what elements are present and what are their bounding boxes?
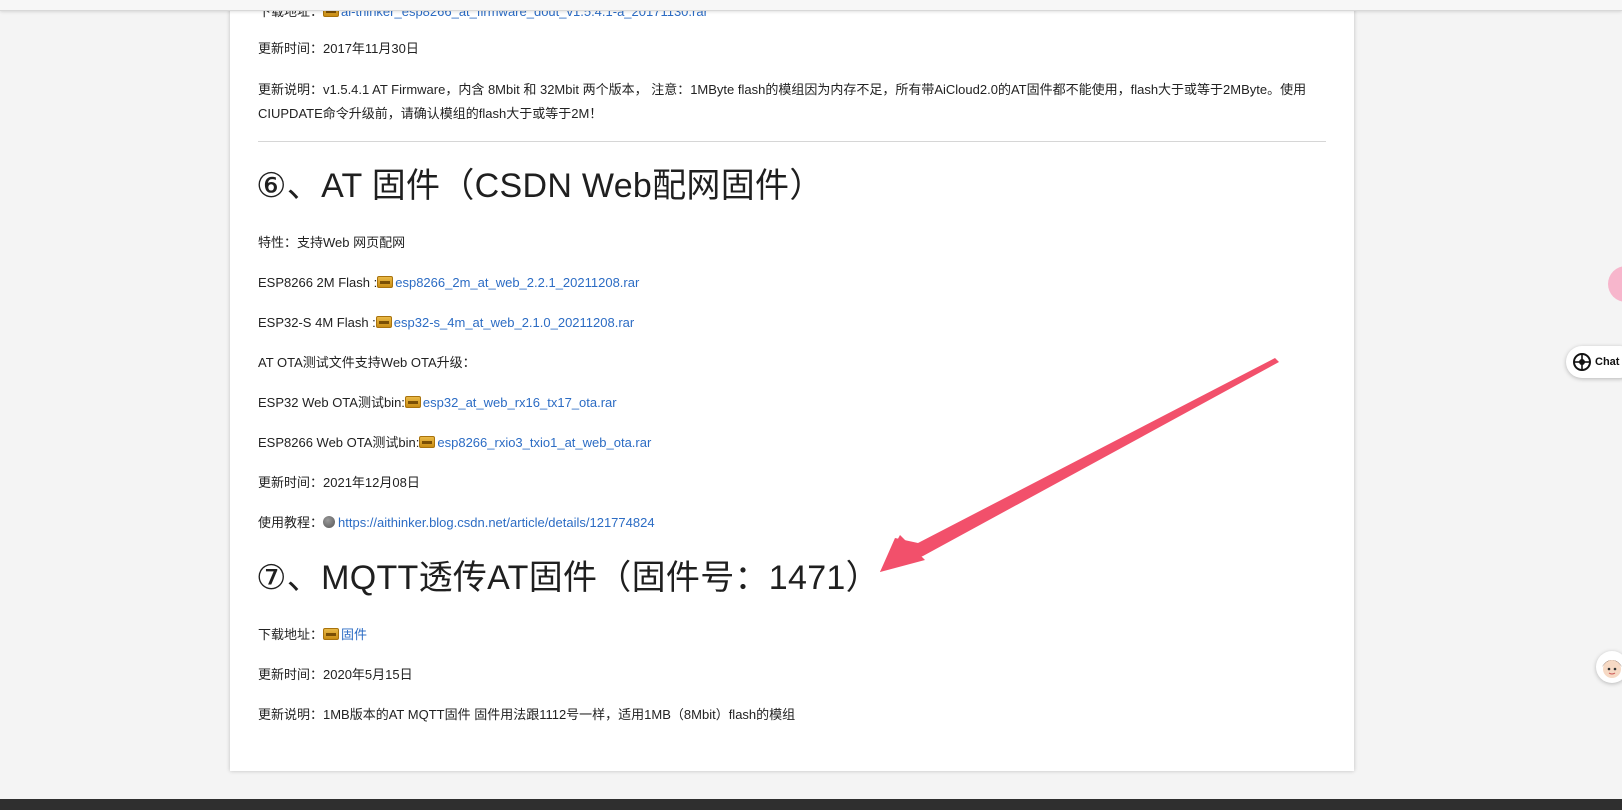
annotation-arrow-head	[880, 535, 925, 572]
annotation-arrow-shape	[880, 358, 1279, 572]
browser-top-bar	[0, 0, 1622, 11]
annotation-arrow	[880, 358, 1279, 572]
